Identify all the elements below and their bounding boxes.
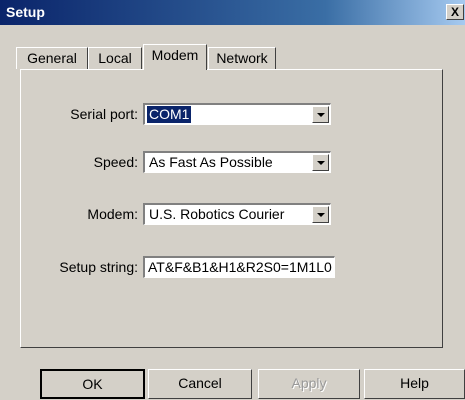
cancel-button[interactable]: Cancel [148, 369, 252, 399]
apply-button[interactable]: Apply [258, 369, 360, 399]
tab-local-label: Local [98, 50, 132, 66]
tab-general-label: General [27, 50, 77, 66]
help-button[interactable]: Help [364, 369, 465, 399]
tab-general[interactable]: General [16, 47, 88, 69]
ok-button-label: OK [82, 376, 103, 392]
window-title: Setup [6, 4, 45, 20]
tab-modem[interactable]: Modem [143, 44, 207, 70]
tab-network-label: Network [216, 50, 268, 66]
tab-local[interactable]: Local [88, 47, 142, 69]
title-bar[interactable]: Setup X [0, 0, 465, 25]
tab-network[interactable]: Network [208, 47, 276, 69]
help-button-label: Help [400, 375, 429, 391]
close-button[interactable]: X [446, 4, 464, 20]
close-icon: X [450, 5, 459, 19]
tab-modem-label: Modem [151, 47, 199, 63]
modem-tab-panel [20, 69, 443, 348]
setup-dialog: Setup X General Local Modem Network Seri… [0, 0, 465, 400]
cancel-button-label: Cancel [178, 375, 222, 391]
apply-button-label: Apply [291, 375, 327, 391]
ok-button[interactable]: OK [40, 369, 145, 399]
